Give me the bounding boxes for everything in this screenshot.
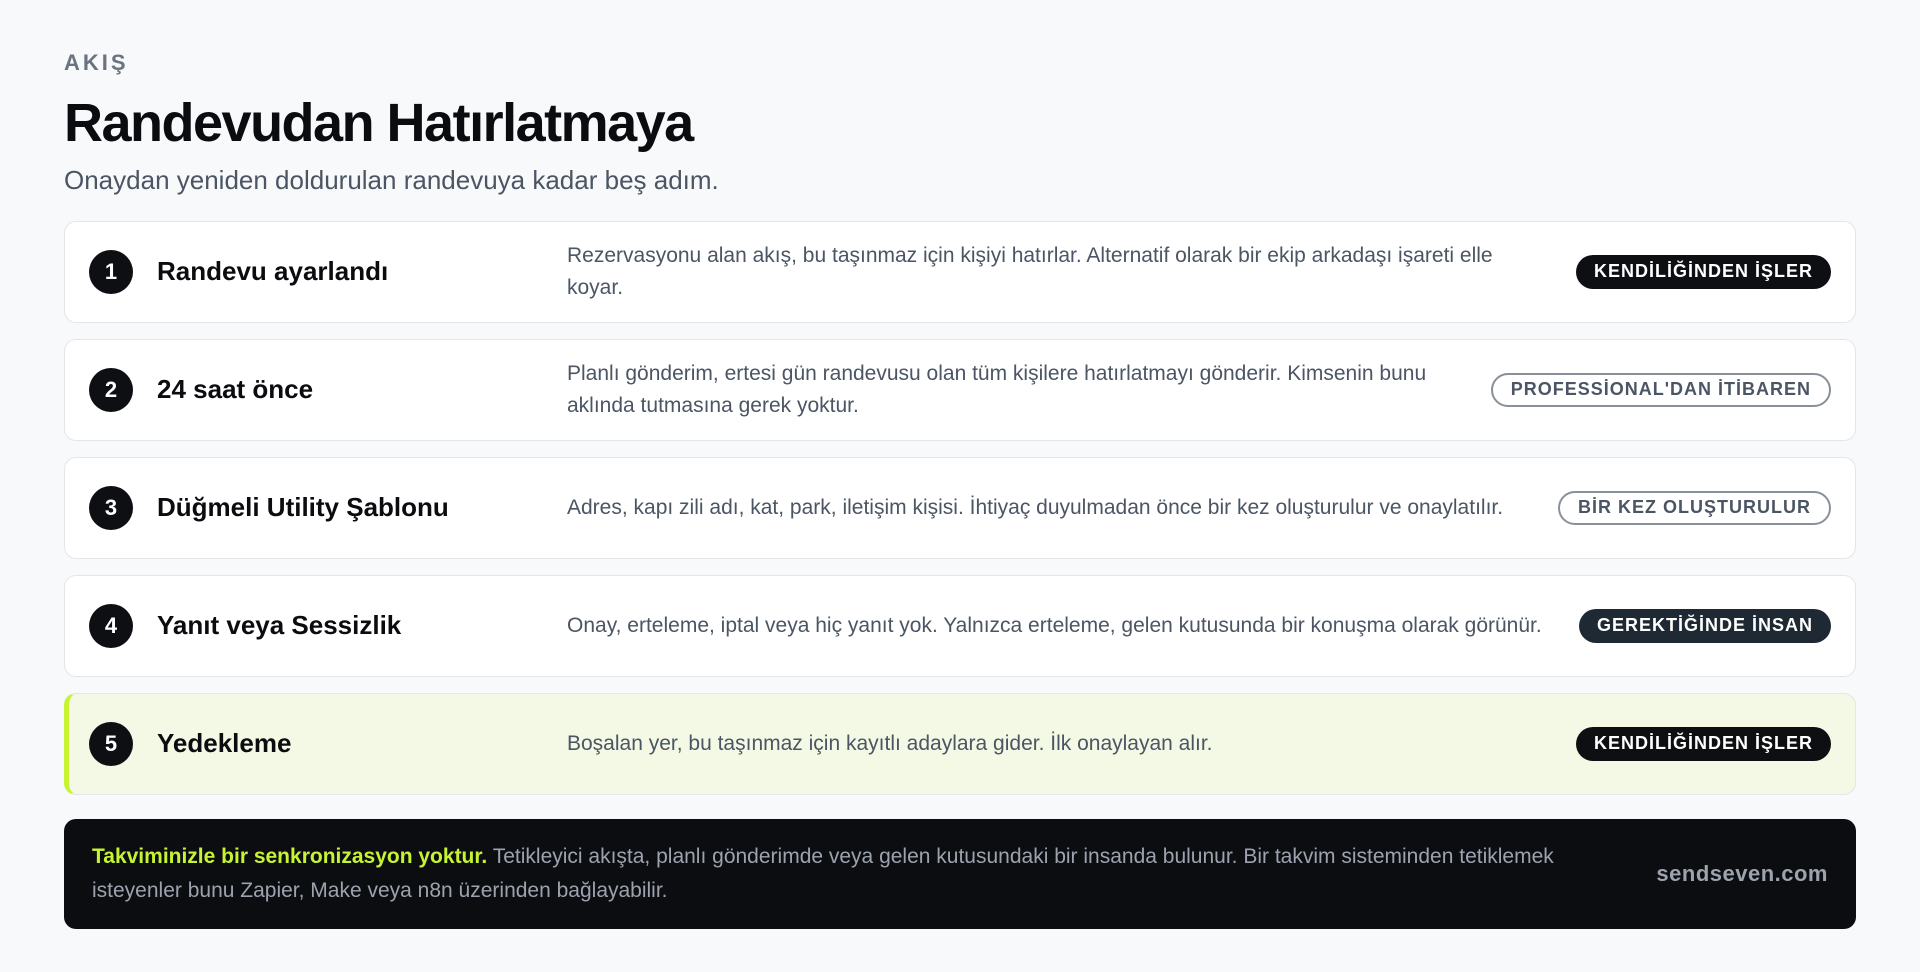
step-card-1: 1 Randevu ayarlandı Rezervasyonu alan ak… (64, 220, 1856, 323)
step-description: Planlı gönderim, ertesi gün randevusu ol… (567, 361, 1427, 417)
step-title: Yanıt veya Sessizlik (157, 610, 402, 641)
step-card-4: 4 Yanıt veya Sessizlik Onay, erteleme, i… (64, 574, 1856, 677)
section-eyebrow: AKIŞ (64, 50, 129, 75)
step-description: Adres, kapı zili adı, kat, park, iletişi… (567, 495, 1504, 519)
step-status-badge: GEREKTİĞİNDE İNSAN (1578, 608, 1831, 643)
step-card-5: 5 Yedekleme Boşalan yer, bu taşınmaz içi… (64, 692, 1856, 795)
step-status-badge: KENDİLİĞİNDEN İŞLER (1575, 726, 1831, 761)
step-title: Yedekleme (157, 728, 292, 759)
steps-list: 1 Randevu ayarlandı Rezervasyonu alan ak… (64, 220, 1856, 795)
step-title: Randevu ayarlandı (157, 256, 389, 287)
step-title: 24 saat önce (157, 374, 314, 405)
step-number-badge: 2 (89, 367, 133, 412)
step-number-badge: 1 (89, 249, 133, 294)
step-description: Boşalan yer, bu taşınmaz için kayıtlı ad… (567, 731, 1213, 755)
step-card-2: 2 24 saat önce Planlı gönderim, ertesi g… (64, 338, 1856, 441)
step-status-badge: KENDİLİĞİNDEN İŞLER (1575, 254, 1831, 289)
step-title: Düğmeli Utility Şablonu (157, 492, 449, 523)
website-link[interactable]: sendseven.com (1656, 861, 1828, 887)
footer-banner: Takviminizle bir senkronizasyon yoktur. … (64, 818, 1856, 929)
step-card-3: 3 Düğmeli Utility Şablonu Adres, kapı zi… (64, 456, 1856, 559)
footer-note-strong: Takviminizle bir senkronizasyon yoktur. (92, 844, 488, 868)
page-subtitle: Onaydan yeniden doldurulan randevuya kad… (64, 165, 719, 196)
step-description: Onay, erteleme, iptal veya hiç yanıt yok… (567, 613, 1542, 637)
step-number-badge: 3 (89, 485, 133, 530)
step-status-badge: BİR KEZ OLUŞTURULUR (1558, 490, 1831, 525)
page-title: Randevudan Hatırlatmaya (64, 93, 694, 153)
step-number-badge: 4 (89, 603, 133, 648)
footer-note: Takviminizle bir senkronizasyon yoktur. … (92, 840, 1656, 908)
step-description: Rezervasyonu alan akış, bu taşınmaz için… (567, 243, 1493, 299)
step-status-badge: PROFESSİONAL'DAN İTİBAREN (1490, 372, 1831, 407)
page: AKIŞ Randevudan Hatırlatmaya Onaydan yen… (64, 50, 1856, 929)
step-number-badge: 5 (89, 721, 133, 766)
